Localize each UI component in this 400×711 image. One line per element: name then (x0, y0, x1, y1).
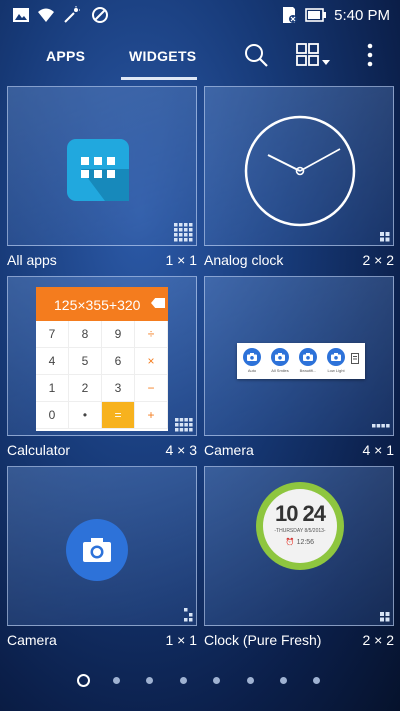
page-dot-active[interactable] (77, 674, 90, 687)
no-disturb-icon (92, 7, 108, 23)
tab-selected-indicator (121, 77, 197, 80)
calculator-display-text: 125×355+320 (54, 297, 141, 313)
calc-key: 6 (102, 348, 135, 375)
camera-mode-item: All Smiles (269, 348, 291, 373)
alarm-time: 12:56 (296, 539, 315, 546)
camera-mode-item: Beautifi... (297, 348, 319, 373)
widget-preview[interactable]: 125×355+320 7 8 9 ÷ 4 5 6 × 1 2 3 − 0 • … (7, 276, 197, 436)
camera-mode-label: All Smiles (271, 368, 289, 373)
calc-key: = (102, 402, 135, 429)
size-grid-icon (372, 424, 390, 428)
sd-card-icon (283, 7, 297, 23)
more-vert-icon[interactable] (363, 42, 377, 68)
widget-name: Camera (7, 632, 57, 648)
camera-icon (303, 353, 313, 361)
widget-preview[interactable]: Auto All Smiles Beautifi... Low Light (204, 276, 394, 436)
calc-key: ÷ (135, 321, 168, 348)
search-icon[interactable] (243, 42, 269, 68)
tab-apps[interactable]: APPS (46, 48, 85, 64)
pure-fresh-date: -THURSDAY 8/5/2013- (274, 528, 326, 534)
edit-icon (351, 353, 359, 364)
widget-size: 2 × 2 (362, 632, 394, 648)
camera-mode-item: Auto (241, 348, 263, 373)
calc-key: × (135, 348, 168, 375)
calc-key: 0 (36, 402, 69, 429)
tab-widgets[interactable]: WIDGETS (129, 48, 196, 64)
camera-icon (275, 353, 285, 361)
widget-size: 2 × 2 (362, 252, 394, 268)
analog-clock-face (244, 115, 356, 227)
calculator-preview: 125×355+320 7 8 9 ÷ 4 5 6 × 1 2 3 − 0 • … (36, 287, 168, 431)
camera-icon (66, 519, 128, 581)
image-icon (13, 8, 29, 22)
camera-mode-item: Low Light (325, 348, 347, 373)
widget-name: Calculator (7, 442, 71, 458)
size-grid-icon (175, 418, 193, 432)
calc-key: 2 (69, 375, 102, 402)
camera-modes-preview: Auto All Smiles Beautifi... Low Light (237, 343, 365, 379)
calc-key: 7 (36, 321, 69, 348)
status-bar: 5:40 PM (0, 0, 400, 30)
all-apps-icon (67, 139, 129, 201)
calculator-display: 125×355+320 (36, 287, 168, 321)
page-dot[interactable] (146, 677, 153, 684)
page-dot[interactable] (247, 677, 254, 684)
grid-view-icon[interactable] (295, 42, 333, 68)
pure-fresh-time: 10 24 (274, 501, 326, 526)
page-dot[interactable] (213, 677, 220, 684)
widget-name: Clock (Pure Fresh) (204, 632, 322, 648)
calc-key: 1 (36, 375, 69, 402)
widget-preview[interactable] (204, 86, 394, 246)
wifi-icon (38, 8, 54, 22)
widget-name: All apps (7, 252, 57, 268)
camera-icon (331, 353, 341, 361)
pure-fresh-alarm: ⏰ 12:56 (263, 538, 337, 546)
calc-key: 9 (102, 321, 135, 348)
calc-key: • (69, 402, 102, 429)
widget-size: 4 × 3 (165, 442, 197, 458)
page-indicator (0, 672, 400, 690)
calc-key: 4 (36, 348, 69, 375)
page-dot[interactable] (180, 677, 187, 684)
size-grid-icon (174, 223, 193, 242)
widget-size: 1 × 1 (165, 252, 197, 268)
top-bar: APPS WIDGETS (0, 30, 400, 80)
page-dot[interactable] (313, 677, 320, 684)
alarm-icon: ⏰ (285, 539, 295, 546)
camera-icon (247, 353, 257, 361)
pure-fresh-clock: 10 24 -THURSDAY 8/5/2013- ⏰ 12:56 (256, 482, 344, 570)
widget-size: 1 × 1 (165, 632, 197, 648)
camera-mode-label: Beautifi... (299, 368, 317, 373)
calc-key: 5 (69, 348, 102, 375)
camera-mode-label: Low Light (327, 368, 345, 373)
page-dot[interactable] (280, 677, 287, 684)
widget-size: 4 × 1 (362, 442, 394, 458)
battery-icon (305, 8, 326, 22)
page-dot[interactable] (113, 677, 120, 684)
calc-key: + (135, 402, 168, 429)
size-grid-icon (380, 232, 390, 242)
widget-preview[interactable] (7, 466, 197, 626)
widget-name: Analog clock (204, 252, 284, 268)
size-grid-icon (184, 608, 193, 622)
backspace-icon (151, 298, 165, 308)
camera-mode-label: Auto (247, 368, 257, 373)
calc-key: 8 (69, 321, 102, 348)
calc-key: − (135, 375, 168, 402)
widget-preview[interactable]: 10 24 -THURSDAY 8/5/2013- ⏰ 12:56 (204, 466, 394, 626)
magic-wand-icon (64, 6, 80, 23)
widget-preview[interactable] (7, 86, 197, 246)
clock-time: 5:40 PM (334, 7, 390, 24)
widget-name: Camera (204, 442, 254, 458)
size-grid-icon (380, 612, 390, 622)
calc-key: 3 (102, 375, 135, 402)
